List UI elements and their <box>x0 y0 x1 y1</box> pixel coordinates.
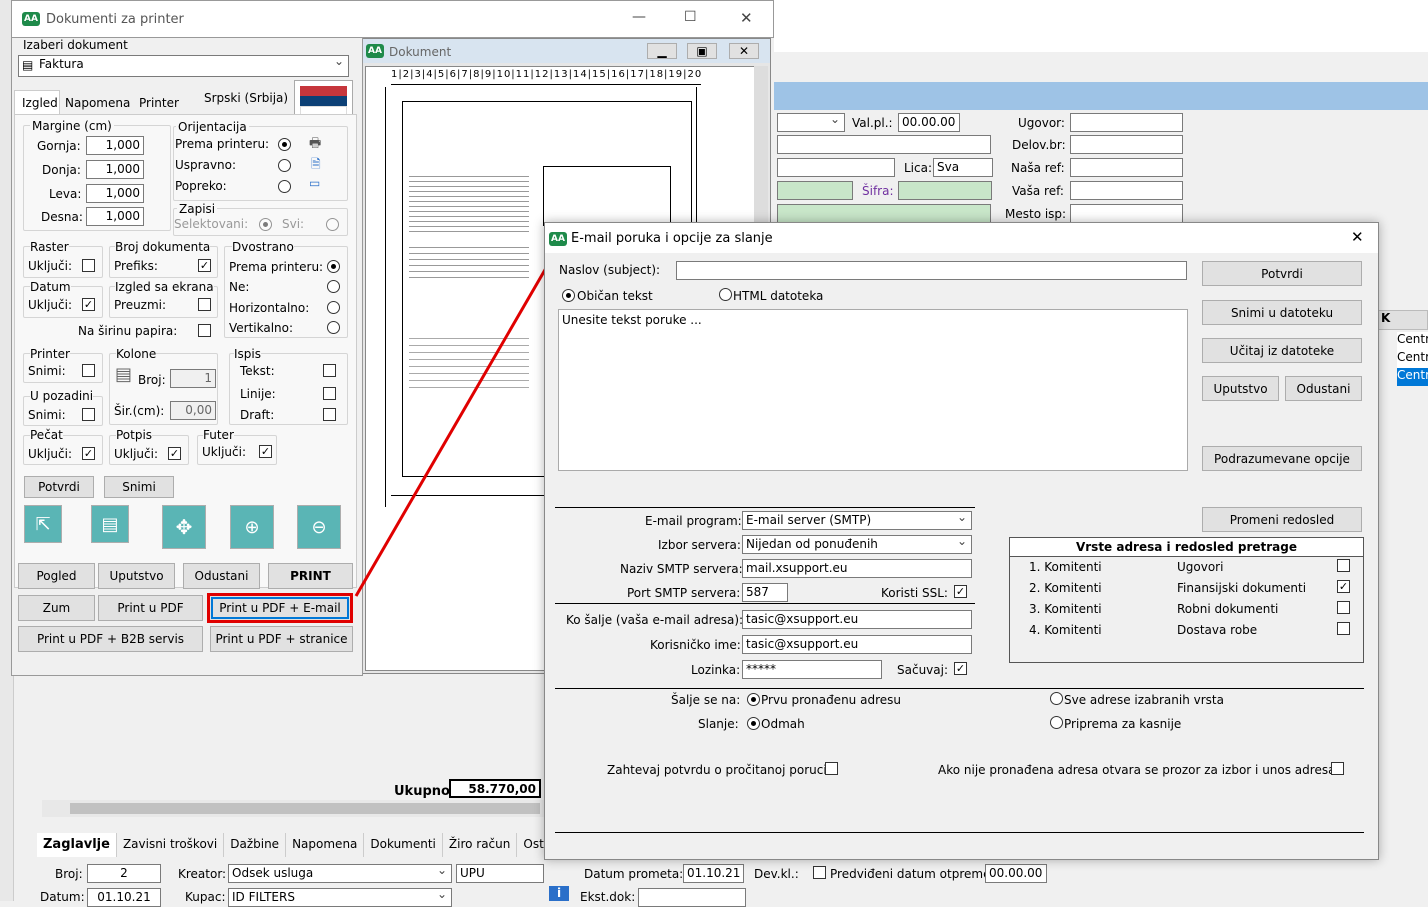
smtp-label: Naziv SMTP servera: <box>620 562 743 576</box>
izbor-select[interactable]: Nijedan od ponuđenih <box>742 535 972 554</box>
vrste-checkbox[interactable] <box>1337 559 1350 572</box>
vrste-row: 3. Komitenti Robni dokumenti <box>1009 599 1364 620</box>
divider <box>555 507 975 508</box>
vrste-rows: 1. Komitenti Ugovori 2. Komitenti Finansijs… <box>1009 557 1364 641</box>
ucitaj-button[interactable]: Učitaj iz datoteke <box>1202 338 1362 363</box>
uputstvo-button[interactable]: Uputstvo <box>1202 376 1279 401</box>
sacuvaj-label: Sačuvaj: <box>897 663 949 677</box>
naslov-label: Naslov (subject): <box>559 263 661 277</box>
odmah-label: Odmah <box>761 717 805 731</box>
program-select[interactable]: E-mail server (SMTP) <box>742 511 972 530</box>
ucitaj-label: Učitaj iz datoteke <box>1229 343 1335 358</box>
obican-label: Običan tekst <box>577 289 653 303</box>
vrste-row: 1. Komitenti Ugovori <box>1009 557 1364 578</box>
divider <box>555 832 1364 833</box>
zahtevaj-label: Zahtevaj potvrdu o pročitanoj poruci: <box>607 763 831 777</box>
potvrdi-label: Potvrdi <box>1261 266 1303 281</box>
promeni-redosled-button[interactable]: Promeni redosled <box>1202 507 1362 532</box>
message-body[interactable]: Unesite tekst poruke ... <box>558 309 1188 471</box>
ko-label: Ko šalje (vaša e-mail adresa): <box>566 613 744 627</box>
vrste-checkbox[interactable] <box>1337 622 1350 635</box>
vrste-kind: 4. Komitenti <box>1029 623 1102 637</box>
akonije-label: Ako nije pronađena adresa otvara se proz… <box>938 763 1340 777</box>
vrste-row: 4. Komitenti Dostava robe <box>1009 620 1364 641</box>
ssl-checkbox[interactable]: ✓ <box>954 585 967 598</box>
email-title: E-mail poruka i opcije za slanje <box>571 231 773 246</box>
sve-radio[interactable] <box>1050 692 1063 705</box>
odmah-radio[interactable] <box>747 717 760 730</box>
kor-label: Korisničko ime: <box>650 638 741 652</box>
podrazumevane-button[interactable]: Podrazumevane opcije <box>1202 446 1362 471</box>
ko-input[interactable]: tasic@xsupport.eu <box>742 610 972 629</box>
obican-radio[interactable] <box>562 289 575 302</box>
prvu-label: Prvu pronađenu adresu <box>761 693 901 707</box>
vrste-header: Vrste adresa i redosled pretrage <box>1009 537 1364 557</box>
prvu-radio[interactable] <box>747 693 760 706</box>
vrste-kind: 3. Komitenti <box>1029 602 1102 616</box>
potvrdi-button[interactable]: Potvrdi <box>1202 261 1362 286</box>
vrste-source: Finansijski dokumenti <box>1177 581 1307 595</box>
podrazumevane-label: Podrazumevane opcije <box>1214 451 1350 466</box>
close-icon[interactable]: ✕ <box>1351 228 1364 246</box>
odustani-label: Odustani <box>1296 381 1351 396</box>
vrste-checkbox[interactable]: ✓ <box>1337 580 1350 593</box>
promeni-label: Promeni redosled <box>1229 512 1335 527</box>
sacuvaj-checkbox[interactable]: ✓ <box>954 662 967 675</box>
ssl-label: Koristi SSL: <box>881 586 948 600</box>
smtp-input[interactable]: mail.xsupport.eu <box>742 559 972 578</box>
app-logo-icon: AA <box>549 232 567 246</box>
html-radio[interactable] <box>719 288 732 301</box>
email-titlebar: AA E-mail poruka i opcije za slanje ✕ <box>545 223 1378 253</box>
kor-input[interactable]: tasic@xsupport.eu <box>742 635 972 654</box>
divider <box>555 603 975 604</box>
odustani-button[interactable]: Odustani <box>1285 376 1362 401</box>
salje-label: Šalje se na: <box>671 693 741 707</box>
port-input[interactable]: 587 <box>742 583 788 602</box>
vrste-title: Vrste adresa i redosled pretrage <box>1075 540 1298 554</box>
priprema-radio[interactable] <box>1050 716 1063 729</box>
vrste-kind: 2. Komitenti <box>1029 581 1102 595</box>
slanje-label: Slanje: <box>698 717 739 731</box>
snimi-datoteku-label: Snimi u datoteku <box>1230 305 1334 320</box>
loz-label: Lozinka: <box>691 663 741 677</box>
email-dialog: AA E-mail poruka i opcije za slanje ✕ Na… <box>544 222 1379 860</box>
html-label: HTML datoteka <box>733 289 824 303</box>
izbor-label: Izbor servera: <box>658 538 741 552</box>
message-placeholder: Unesite tekst poruke ... <box>562 313 702 327</box>
snimi-datoteku-button[interactable]: Snimi u datoteku <box>1202 300 1362 325</box>
sve-label: Sve adrese izabranih vrsta <box>1064 693 1224 707</box>
loz-input[interactable]: ***** <box>742 660 882 679</box>
subject-input[interactable] <box>676 261 1187 280</box>
priprema-label: Priprema za kasnije <box>1064 717 1182 731</box>
program-label: E-mail program: <box>645 514 742 528</box>
zahtevaj-checkbox[interactable] <box>825 762 838 775</box>
vrste-source: Robni dokumenti <box>1177 602 1279 616</box>
vrste-checkbox[interactable] <box>1337 601 1350 614</box>
uputstvo-label: Uputstvo <box>1213 381 1268 396</box>
port-label: Port SMTP servera: <box>627 586 741 600</box>
vrste-source: Ugovori <box>1177 560 1224 574</box>
divider <box>555 688 1364 689</box>
vrste-kind: 1. Komitenti <box>1029 560 1102 574</box>
vrste-source: Dostava robe <box>1177 623 1258 637</box>
akonije-checkbox[interactable] <box>1331 762 1344 775</box>
vrste-row: 2. Komitenti Finansijski dokumenti ✓ <box>1009 578 1364 599</box>
